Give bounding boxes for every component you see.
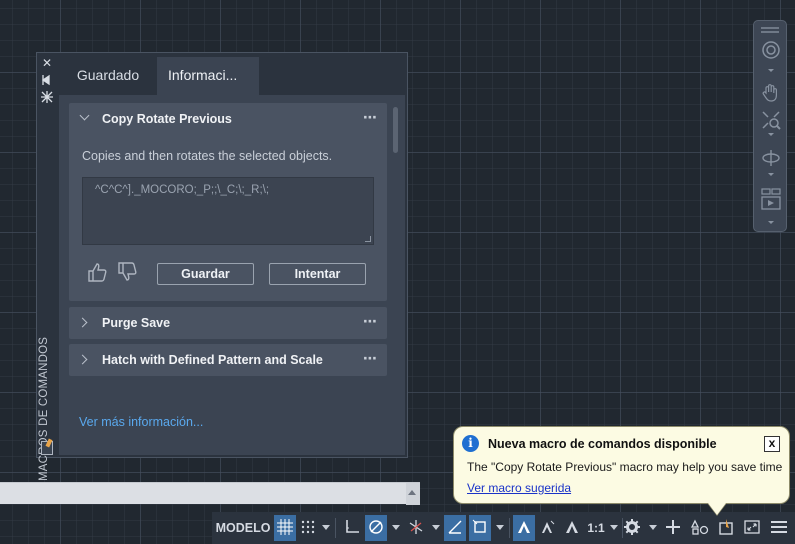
notification-body: The "Copy Rotate Previous" macro may hel… — [467, 460, 783, 474]
isometric-drafting-icon[interactable] — [405, 515, 427, 541]
object-snap-icon[interactable] — [469, 515, 491, 541]
status-bar: MODELO 1:1 — [212, 512, 795, 544]
macro-description: Copies and then rotates the selected obj… — [82, 149, 333, 163]
auto-scale-icon[interactable] — [537, 515, 559, 541]
palette-scrollbar[interactable] — [393, 107, 398, 153]
macro-list: Copy Rotate Previous ⋯ Copies and then r… — [69, 103, 389, 443]
notification-title: Nueva macro de comandos disponible — [488, 437, 717, 451]
macro-text-field[interactable]: ^C^C^]._MOCORO;_P;;\_C;\;_R;\; — [82, 177, 374, 245]
macro-card-header[interactable]: Hatch with Defined Pattern and Scale ⋯ — [69, 344, 387, 376]
command-macros-icon[interactable] — [715, 515, 737, 541]
more-options-icon[interactable]: ⋯ — [363, 109, 378, 126]
polar-tracking-icon[interactable] — [365, 515, 387, 541]
tab-guardado[interactable]: Guardado — [59, 57, 157, 95]
close-icon[interactable]: x — [764, 436, 780, 452]
chevron-down-icon[interactable] — [649, 525, 657, 530]
macro-card-purge-save[interactable]: Purge Save ⋯ — [69, 307, 387, 339]
chevron-down-icon[interactable] — [768, 133, 774, 136]
thumbs-up-icon[interactable] — [87, 261, 107, 283]
fullscreen-icon[interactable] — [741, 515, 763, 541]
save-button[interactable]: Guardar — [157, 263, 254, 285]
chevron-right-icon[interactable] — [77, 354, 88, 365]
macro-palette-icon — [41, 441, 53, 455]
navigation-bar — [753, 20, 787, 232]
palette-content: Guardado Informaci... Copy Rotate Previo… — [59, 57, 405, 455]
annotation-scale-icon[interactable] — [561, 515, 583, 541]
chevron-down-icon[interactable] — [322, 525, 330, 530]
auto-hide-icon[interactable] — [41, 74, 53, 86]
horizontal-scrollbar[interactable] — [0, 482, 420, 505]
gear-icon[interactable] — [621, 515, 643, 541]
chevron-down-icon[interactable] — [768, 221, 774, 224]
properties-icon[interactable] — [41, 91, 53, 103]
notification-bubble: i Nueva macro de comandos disponible x T… — [453, 426, 790, 504]
macro-title: Copy Rotate Previous — [102, 112, 232, 126]
thumbs-down-icon[interactable] — [117, 261, 137, 283]
more-options-icon[interactable]: ⋯ — [363, 313, 378, 330]
tab-informacion[interactable]: Informaci... — [157, 57, 259, 95]
macro-title: Purge Save — [102, 316, 171, 330]
pan-hand-icon[interactable] — [760, 81, 782, 103]
command-macros-palette: ✕ MACROS DE COMANDOS Guardado Informaci.… — [36, 52, 408, 481]
macro-text: ^C^C^]._MOCORO;_P;;\_C;\;_R;\; — [95, 184, 270, 196]
customization-menu-icon[interactable] — [767, 515, 791, 541]
palette-vertical-title: MACROS DE COMANDOS — [38, 336, 50, 481]
macro-card-header[interactable]: Copy Rotate Previous ⋯ — [69, 103, 387, 135]
more-info-link[interactable]: Ver más información... — [79, 415, 203, 429]
grid-display-icon[interactable] — [274, 515, 296, 541]
navbar-grip[interactable] — [761, 27, 779, 29]
macro-card-copy-rotate-previous: Copy Rotate Previous ⋯ Copies and then r… — [69, 103, 387, 301]
try-button[interactable]: Intentar — [269, 263, 366, 285]
resize-handle-icon[interactable] — [365, 236, 371, 242]
separator — [335, 518, 336, 538]
chevron-down-icon[interactable] — [496, 525, 504, 530]
chevron-up-icon[interactable] — [408, 490, 416, 495]
annotation-visibility-icon[interactable] — [513, 515, 535, 541]
zoom-extents-icon[interactable] — [760, 109, 782, 131]
view-suggested-macro-link[interactable]: Ver macro sugerida — [467, 481, 571, 495]
close-icon[interactable]: ✕ — [41, 57, 53, 69]
object-snap-tracking-icon[interactable] — [444, 515, 466, 541]
steering-wheel-icon[interactable] — [760, 39, 782, 61]
ortho-mode-icon[interactable] — [341, 515, 363, 541]
chevron-down-icon[interactable] — [432, 525, 440, 530]
macro-card-header[interactable]: Purge Save ⋯ — [69, 307, 387, 339]
chevron-down-icon[interactable] — [79, 110, 90, 121]
showmotion-icon[interactable] — [760, 187, 782, 210]
chevron-down-icon[interactable] — [392, 525, 400, 530]
macro-card-hatch-pattern[interactable]: Hatch with Defined Pattern and Scale ⋯ — [69, 344, 387, 376]
more-options-icon[interactable]: ⋯ — [363, 350, 378, 367]
palette-title-strip[interactable]: ✕ MACROS DE COMANDOS — [37, 53, 57, 481]
palette-tabs: Guardado Informaci... — [59, 57, 405, 95]
orbit-icon[interactable] — [760, 147, 782, 169]
navbar-grip[interactable] — [761, 31, 779, 33]
isolate-objects-icon[interactable] — [689, 515, 711, 541]
chevron-down-icon[interactable] — [768, 173, 774, 176]
scale-label[interactable]: 1:1 — [585, 515, 607, 541]
macro-title: Hatch with Defined Pattern and Scale — [102, 353, 323, 367]
snap-mode-icon[interactable] — [298, 515, 318, 541]
chevron-down-icon[interactable] — [610, 525, 618, 530]
bubble-tail — [708, 503, 726, 515]
info-icon: i — [462, 435, 479, 452]
chevron-right-icon[interactable] — [77, 317, 88, 328]
chevron-down-icon[interactable] — [768, 69, 774, 72]
separator — [509, 518, 510, 538]
plus-icon[interactable] — [662, 515, 684, 541]
model-space-button[interactable]: MODELO — [215, 515, 271, 541]
